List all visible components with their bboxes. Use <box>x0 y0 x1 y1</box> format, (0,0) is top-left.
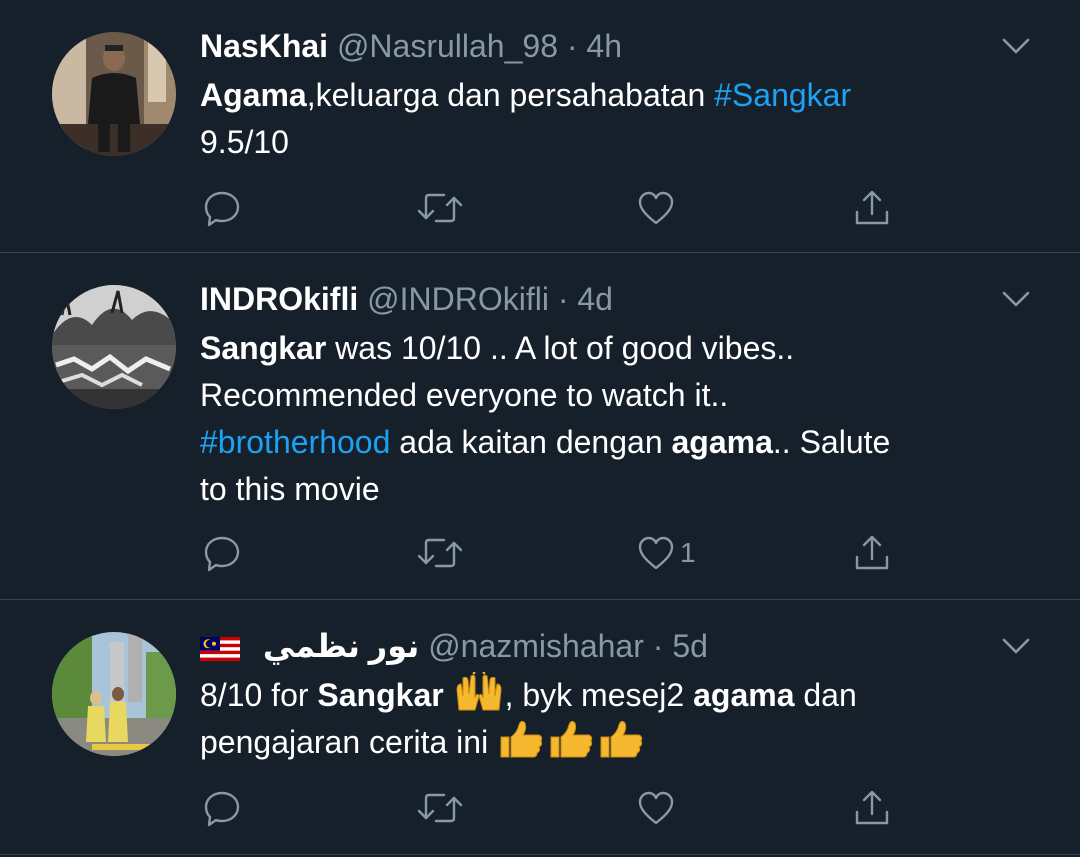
reply-icon <box>204 191 240 227</box>
text-segment: dan <box>794 677 857 713</box>
tweet-actions <box>200 186 900 230</box>
share-icon <box>855 535 889 570</box>
retweet-button[interactable] <box>416 531 464 575</box>
reply-icon <box>204 536 240 572</box>
keyword-highlight: Sangkar <box>200 330 327 366</box>
tweet-text: Sangkar was 10/10 .. A lot of good vibes… <box>200 325 1040 513</box>
text-segment: to this movie <box>200 471 380 507</box>
text-segment: ada kaitan dengan <box>390 424 672 460</box>
like-button[interactable] <box>636 186 680 230</box>
hashtag-link[interactable]: #Sangkar <box>714 77 851 113</box>
share-button[interactable] <box>852 786 892 830</box>
display-name[interactable]: نور نظمي <box>263 628 419 664</box>
tweet-header: INDROkifli @INDROkifli · 4d <box>200 279 990 319</box>
user-handle[interactable]: @INDROkifli <box>367 281 549 317</box>
reply-button[interactable] <box>202 531 242 575</box>
display-name[interactable]: NasKhai <box>200 28 328 64</box>
text-segment: 8/10 for <box>200 677 318 713</box>
share-icon <box>855 190 889 225</box>
chevron-down-icon[interactable] <box>1000 630 1032 662</box>
retweet-button[interactable] <box>416 786 464 830</box>
like-button[interactable] <box>636 786 680 830</box>
tweet-header: NasKhai @Nasrullah_98 · 4h <box>200 26 990 66</box>
user-handle[interactable]: @nazmishahar <box>428 628 644 664</box>
malaysia-flag-icon <box>200 636 240 661</box>
keyword-highlight: agama <box>693 677 795 713</box>
like-icon <box>638 536 674 570</box>
text-segment: ,keluarga dan persahabatan <box>306 77 715 113</box>
retweet-icon <box>417 193 463 223</box>
tweet-actions: 1 <box>200 531 900 575</box>
text-segment: was 10/10 .. A lot of good vibes.. <box>326 330 795 366</box>
text-segment: .. Salute <box>772 424 891 460</box>
like-count: 1 <box>680 537 696 568</box>
retweet-icon <box>417 793 463 823</box>
tweet-feed: NasKhai @Nasrullah_98 · 4h Agama,keluarg… <box>0 0 1080 857</box>
reply-icon <box>204 791 240 827</box>
tweet-text: Agama,keluarga dan persahabatan #Sangkar… <box>200 72 1040 166</box>
text-segment: , byk mesej2 <box>504 677 694 713</box>
tweet[interactable]: نور نظمي @nazmishahar · 5d 8/10 for Sang… <box>0 600 1080 855</box>
text-segment: pengajaran cerita ini <box>200 724 498 760</box>
tweet-actions <box>200 786 900 830</box>
tweet-text: 8/10 for Sangkar , byk mesej2 agama dan … <box>200 672 1040 766</box>
timestamp[interactable]: 5d <box>672 628 708 664</box>
like-icon <box>638 791 674 825</box>
share-icon <box>855 790 889 825</box>
separator: · <box>652 628 664 664</box>
like-button[interactable]: 1 <box>636 531 696 575</box>
share-button[interactable] <box>852 186 892 230</box>
timestamp[interactable]: 4d <box>577 281 613 317</box>
tweet[interactable]: INDROkifli @INDROkifli · 4d Sangkar was … <box>0 253 1080 600</box>
keyword-highlight: Agama <box>200 77 307 113</box>
user-handle[interactable]: @Nasrullah_98 <box>337 28 558 64</box>
reply-button[interactable] <box>202 786 242 830</box>
text-segment: 9.5/10 <box>200 124 289 160</box>
display-name[interactable]: INDROkifli <box>200 281 358 317</box>
avatar[interactable] <box>52 32 176 156</box>
share-button[interactable] <box>852 531 892 575</box>
keyword-highlight: agama <box>671 424 773 460</box>
tweet-header: نور نظمي @nazmishahar · 5d <box>200 626 990 666</box>
avatar[interactable] <box>52 632 176 756</box>
hashtag-link[interactable]: #brotherhood <box>200 424 390 460</box>
keyword-highlight: Sangkar <box>317 677 444 713</box>
separator: · <box>557 281 569 317</box>
tweet[interactable]: NasKhai @Nasrullah_98 · 4h Agama,keluarg… <box>0 0 1080 253</box>
chevron-down-icon[interactable] <box>1000 30 1032 62</box>
thumbs-up-emoji <box>500 720 643 758</box>
chevron-down-icon[interactable] <box>1000 283 1032 315</box>
retweet-button[interactable] <box>416 186 464 230</box>
avatar[interactable] <box>52 285 176 409</box>
like-icon <box>638 191 674 225</box>
separator: · <box>566 28 578 64</box>
retweet-icon <box>417 538 463 568</box>
text-segment: Recommended everyone to watch it.. <box>200 377 729 413</box>
timestamp[interactable]: 4h <box>586 28 622 64</box>
reply-button[interactable] <box>202 186 242 230</box>
raising-hands-emoji <box>456 672 502 711</box>
